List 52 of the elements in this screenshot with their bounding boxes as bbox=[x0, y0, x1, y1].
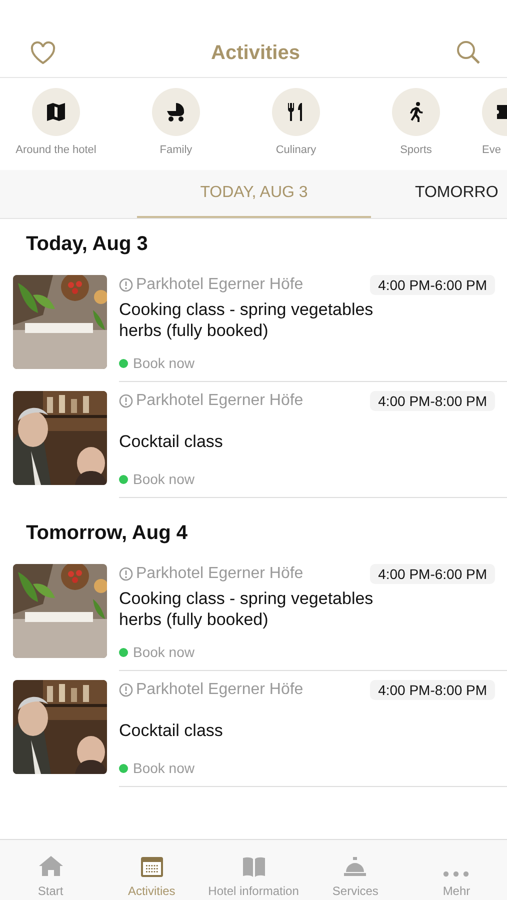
heart-icon[interactable] bbox=[30, 41, 56, 65]
section-heading: Tomorrow, Aug 4 bbox=[25, 521, 188, 546]
tab-bar-item[interactable]: Hotel information bbox=[202, 840, 305, 900]
info-icon bbox=[119, 278, 133, 292]
section-heading: Today, Aug 3 bbox=[25, 232, 149, 257]
venue-name: Parkhotel Egerner Höfe bbox=[136, 681, 304, 699]
availability-dot bbox=[119, 358, 128, 368]
availability-dot bbox=[119, 474, 128, 484]
category-button[interactable] bbox=[32, 88, 80, 136]
tab-bar-item[interactable]: Start bbox=[0, 840, 102, 900]
book-now-link[interactable]: Book now bbox=[133, 355, 194, 371]
time-range: 4:00 PM-8:00 PM bbox=[370, 391, 495, 411]
info-icon bbox=[119, 683, 133, 697]
time-range: 4:00 PM-6:00 PM bbox=[370, 275, 495, 295]
event-title[interactable]: Cooking class - spring vegetables herbs (fully booked) bbox=[119, 299, 419, 341]
category-label: Eve bbox=[482, 144, 501, 156]
category-button[interactable] bbox=[272, 88, 320, 136]
screen-title: Activities bbox=[211, 42, 300, 65]
category-label: Culinary bbox=[276, 144, 316, 156]
availability-dot bbox=[119, 764, 128, 772]
venue-name: Parkhotel Egerner Höfe bbox=[136, 276, 304, 294]
home-icon bbox=[38, 854, 64, 878]
map-icon bbox=[45, 101, 67, 123]
search-icon[interactable] bbox=[455, 39, 481, 65]
category-label: Sports bbox=[400, 144, 432, 156]
date-tab[interactable]: TOMORRO bbox=[371, 170, 504, 218]
date-tab[interactable]: TODAY, AUG 3 bbox=[137, 170, 371, 218]
time-range: 4:00 PM-6:00 PM bbox=[370, 564, 495, 584]
more-icon bbox=[442, 870, 470, 878]
tab-bar-item[interactable]: Activities bbox=[101, 840, 202, 900]
category-label: Around the hotel bbox=[16, 144, 96, 156]
info-icon bbox=[119, 567, 133, 581]
category-button[interactable] bbox=[152, 88, 200, 136]
book-now-link[interactable]: Book now bbox=[133, 471, 194, 487]
venue-name: Parkhotel Egerner Höfe bbox=[136, 565, 304, 583]
event-title[interactable]: Cooking class - spring vegetables herbs (fully booked) bbox=[119, 588, 419, 630]
book-now-link[interactable]: Book now bbox=[133, 644, 194, 660]
book-now-link[interactable]: Book now bbox=[133, 760, 194, 776]
venue-name: Parkhotel Egerner Höfe bbox=[136, 392, 304, 410]
calendar-icon bbox=[140, 856, 164, 878]
category-button[interactable] bbox=[392, 88, 440, 136]
event-title[interactable]: Cocktail class bbox=[119, 430, 223, 452]
book-icon bbox=[242, 856, 266, 878]
event-title[interactable]: Cocktail class bbox=[119, 720, 223, 740]
info-icon bbox=[119, 394, 133, 408]
category-label: Family bbox=[160, 144, 192, 156]
time-range: 4:00 PM-8:00 PM bbox=[370, 680, 495, 700]
availability-dot bbox=[119, 648, 128, 656]
stroller-icon bbox=[165, 101, 187, 123]
tab-bar-item[interactable]: Mehr bbox=[406, 840, 507, 900]
bell-icon bbox=[343, 856, 368, 878]
tab-bar-item[interactable]: Services bbox=[304, 840, 406, 900]
